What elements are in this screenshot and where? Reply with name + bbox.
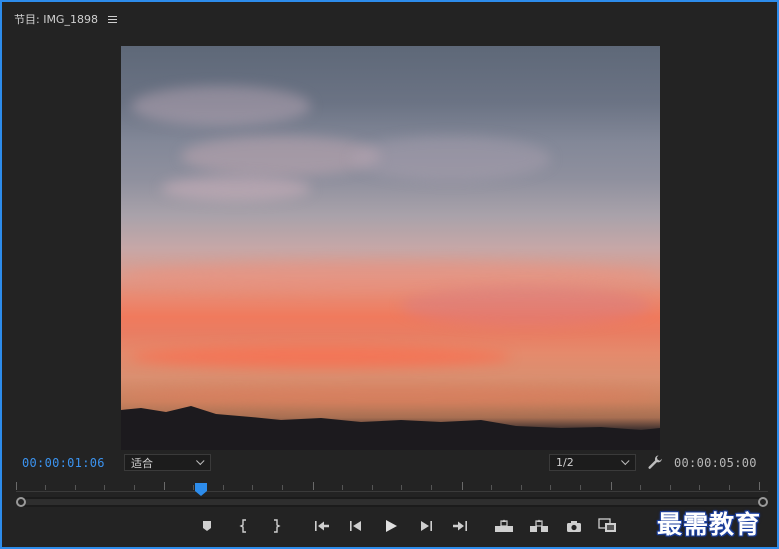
step-forward-icon [421,521,432,531]
zoom-scrollbar[interactable] [16,497,768,507]
scroll-thumb[interactable] [24,499,760,505]
current-timecode[interactable]: 00:00:01:06 [22,456,105,470]
extract-button[interactable] [528,516,550,536]
go-to-out-icon [453,521,467,531]
export-frame-button[interactable] [563,516,585,536]
go-to-in-icon [315,521,329,531]
mark-out-button[interactable] [265,516,287,536]
scroll-handle-left[interactable] [16,497,26,507]
extract-icon [530,519,548,532]
fit-dropdown-value: 适合 [131,456,153,470]
wrench-icon[interactable] [647,454,663,470]
play-icon [386,520,397,532]
program-viewer[interactable] [121,46,660,450]
time-ruler[interactable] [16,482,768,494]
lift-button[interactable] [493,516,515,536]
watermark-logo: 最需教育 [657,510,762,539]
chevron-down-icon [196,456,205,465]
chevron-down-icon [621,456,630,465]
duration-timecode: 00:00:05:00 [674,456,757,470]
panel-header: 节目: IMG_1898 [14,11,117,27]
program-monitor-panel: 节目: IMG_1898 00:00:01:06 适合 1/2 00:00:05… [0,0,779,549]
mark-in-button[interactable] [233,516,255,536]
cloud [121,261,660,291]
cloud [401,286,651,326]
cloud [131,346,511,368]
mountain-silhouette [121,406,660,450]
play-button[interactable] [380,516,402,536]
compare-view-icon [598,518,616,532]
add-marker-button[interactable] [196,516,218,536]
lift-icon [495,519,513,532]
panel-title[interactable]: 节目: IMG_1898 [14,11,98,27]
mark-out-icon [274,519,281,533]
resolution-dropdown-value: 1/2 [556,456,574,469]
step-back-icon [350,521,361,531]
fit-dropdown[interactable]: 适合 [124,454,211,471]
resolution-dropdown[interactable]: 1/2 [549,454,636,471]
cloud [161,176,311,201]
camera-icon [567,520,581,532]
go-to-in-button[interactable] [311,516,333,536]
go-to-out-button[interactable] [449,516,471,536]
mark-in-icon [239,519,246,533]
step-forward-button[interactable] [415,516,437,536]
cloud [351,136,551,181]
cloud [131,86,311,126]
step-back-button[interactable] [345,516,367,536]
add-marker-icon [203,521,211,531]
compare-view-button[interactable] [597,516,619,536]
playhead[interactable] [195,483,207,496]
hamburger-icon[interactable] [107,15,117,23]
